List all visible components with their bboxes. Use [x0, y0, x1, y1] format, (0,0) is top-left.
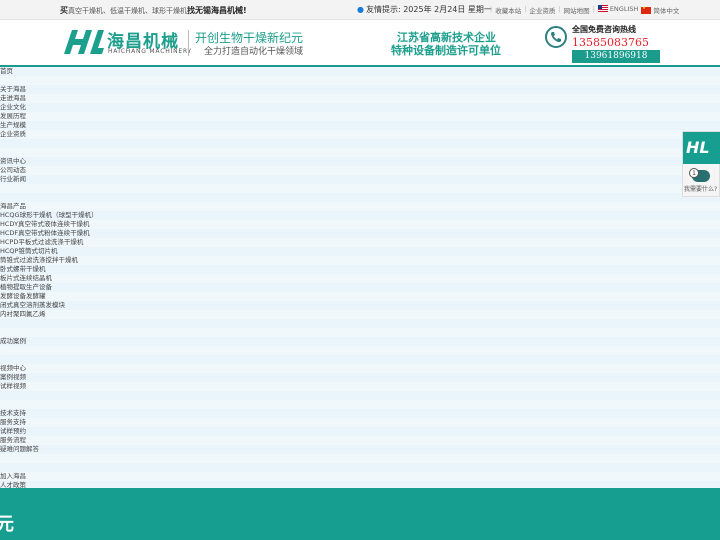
nav-item[interactable]: 资讯中心 [0, 157, 720, 166]
nav-spacer [0, 355, 720, 364]
link-sitemap[interactable]: 网站地图 [564, 5, 590, 15]
nav-item[interactable]: 公司动态 [0, 166, 720, 175]
top-slogan: 买真空干燥机、低温干燥机、球形干燥机找无锡海昌机械! [60, 5, 247, 16]
lang-chinese[interactable]: 简体中文 [641, 5, 679, 15]
logo-text-en: HAICHANG MACHINERY [108, 48, 193, 55]
nav-spacer [0, 76, 720, 85]
hotline-label: 全国免费咨询热线 [572, 25, 636, 34]
top-links: | 收藏本站 | 企业资质 | 网站地图 | ENGLISH 简体中文 [490, 5, 679, 15]
nav-item[interactable]: 疑难问题解答 [0, 445, 720, 454]
date-tip-text: 友情提示: 2025年 2月24日 星期一 [365, 5, 492, 14]
us-flag-icon [597, 5, 608, 12]
nav-item[interactable]: 服务支持 [0, 418, 720, 427]
site-header: 海昌机械 HAICHANG MACHINERY 开创生物干燥新纪元 全力打造自动… [0, 20, 720, 67]
slogan-buy: 买 [60, 6, 68, 15]
nav-item[interactable]: 试样预约 [0, 427, 720, 436]
nav-item[interactable]: HCDY真空带式液体连续干燥机 [0, 220, 720, 229]
badge-license: 特种设备制造许可单位 [391, 44, 501, 57]
hotline-number-1[interactable]: 13585083765 [572, 36, 649, 49]
nav-spacer [0, 193, 720, 202]
nav-item[interactable]: HCQP锥筒式切片机 [0, 247, 720, 256]
nav-item[interactable]: 板片式连续结晶机 [0, 274, 720, 283]
logo-icon[interactable] [62, 28, 104, 56]
nav-item[interactable]: 关于海昌 [0, 85, 720, 94]
nav-item[interactable]: 成功案例 [0, 337, 720, 346]
nav-item[interactable]: 加入海昌 [0, 472, 720, 481]
hotline-number-2[interactable]: 13961896918 [572, 50, 660, 63]
nav-item[interactable]: 视频中心 [0, 364, 720, 373]
slogan-items: 真空干燥机、低温干燥机、球形干燥机 [68, 7, 187, 15]
nav-item[interactable]: HCPD平板式过滤洗涤干燥机 [0, 238, 720, 247]
link-bookmark[interactable]: 收藏本站 [495, 5, 521, 15]
nav-spacer [0, 148, 720, 157]
cn-flag-icon [641, 5, 652, 14]
link-qualification[interactable]: 企业资质 [529, 5, 555, 15]
nav-item[interactable]: 试样视频 [0, 382, 720, 391]
nav-item[interactable]: HCDF真空带式粉体连续干燥机 [0, 229, 720, 238]
float-widget-text[interactable]: 我需要什么? [684, 184, 717, 193]
nav-spacer [0, 184, 720, 193]
nav-item[interactable]: 技术支持 [0, 409, 720, 418]
nav-spacer [0, 400, 720, 409]
nav-item[interactable]: 发展历程 [0, 112, 720, 121]
logo-divider [188, 30, 189, 56]
nav-spacer [0, 346, 720, 355]
top-bar: 买真空干燥机、低温干燥机、球形干燥机找无锡海昌机械! ● 友情提示: 2025年 … [0, 0, 720, 20]
phone-icon [545, 26, 567, 48]
nav-spacer [0, 463, 720, 472]
notification-badge: 1 [689, 168, 699, 178]
nav-spacer [0, 391, 720, 400]
header-subslogan: 全力打造自动化干燥领域 [204, 47, 304, 57]
nav-menu: 首页关于海昌 走进海昌 企业文化 发展历程 生产规模 企业资质资讯中心 公司动态 行业新闻海昌… [0, 67, 720, 540]
nav-item[interactable]: 卧式螺带干燥机 [0, 265, 720, 274]
nav-item[interactable]: 发酵设备发酵罐 [0, 292, 720, 301]
nav-item[interactable]: 筒锥式过滤洗涤搅拌干燥机 [0, 256, 720, 265]
nav-item[interactable]: 闭式真空溶剂蒸发模块 [0, 301, 720, 310]
nav-item[interactable]: 行业新闻 [0, 175, 720, 184]
nav-item[interactable]: 走进海昌 [0, 94, 720, 103]
nav-spacer [0, 139, 720, 148]
footer-glyph: 元 [0, 514, 14, 535]
date-tip: ● 友情提示: 2025年 2月24日 星期一 [357, 4, 492, 15]
nav-item[interactable]: 生产规模 [0, 121, 720, 130]
nav-item[interactable]: HCQG球形干燥机（球型干燥机） [0, 211, 720, 220]
nav-spacer [0, 454, 720, 463]
nav-item[interactable]: 企业资质 [0, 130, 720, 139]
lang-english[interactable]: ENGLISH [597, 5, 638, 15]
nav-item[interactable]: 海昌产品 [0, 202, 720, 211]
nav-item[interactable]: 企业文化 [0, 103, 720, 112]
location-pin-icon: ● [357, 5, 364, 14]
nav-item[interactable]: 服务流程 [0, 436, 720, 445]
slogan-tail: 找无锡海昌机械! [187, 6, 247, 15]
nav-spacer [0, 319, 720, 328]
float-widget[interactable]: HL 1 我需要什么? [682, 131, 720, 197]
nav-item[interactable]: 首页 [0, 67, 720, 76]
nav-spacer [0, 328, 720, 337]
footer-band: 元 [0, 488, 720, 540]
nav-item[interactable]: 植物提取生产设备 [0, 283, 720, 292]
nav-item[interactable]: 案例视频 [0, 373, 720, 382]
float-logo[interactable]: HL [683, 132, 720, 164]
nav-item[interactable]: 内衬聚四氟乙烯 [0, 310, 720, 319]
